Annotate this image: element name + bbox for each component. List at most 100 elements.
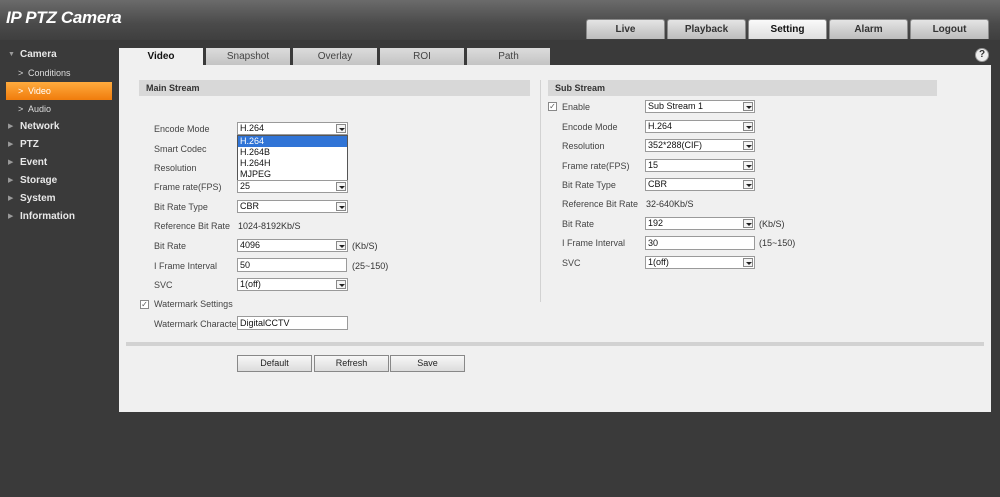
select-value: 15 [648, 160, 659, 170]
sub-resolution-select[interactable]: 352*288(CIF) [645, 139, 755, 152]
sub-encode-mode-label: Encode Mode [562, 122, 618, 132]
main-bit-rate-type-label: Bit Rate Type [154, 202, 208, 212]
refresh-button[interactable]: Refresh [314, 355, 389, 372]
caret-right-icon: ▶ [8, 159, 14, 166]
sidebar-item-label: System [20, 193, 56, 204]
select-value: H.264 [240, 123, 265, 133]
sidebar-item-label: PTZ [20, 139, 39, 150]
default-button[interactable]: Default [237, 355, 312, 372]
main-ref-bit-rate-label: Reference Bit Rate [154, 221, 231, 231]
chevron-right-icon: > [18, 68, 24, 78]
select-value: H.264 [648, 121, 673, 131]
chevron-right-icon: > [18, 86, 24, 96]
main-bit-rate-select[interactable]: 4096 [237, 239, 348, 252]
sidebar-item-ptz[interactable]: ▶ PTZ [0, 136, 118, 154]
sub-bit-rate-type-select[interactable]: CBR [645, 178, 755, 191]
main-smart-codec-label: Smart Codec [154, 144, 207, 154]
encode-option-h264b[interactable]: H.264B [238, 147, 347, 158]
sub-encode-mode-select[interactable]: H.264 [645, 120, 755, 133]
encode-option-mjpeg[interactable]: MJPEG [238, 169, 347, 180]
subtab-overlay[interactable]: Overlay [290, 48, 377, 66]
select-value: CBR [648, 179, 668, 189]
sub-stream-select[interactable]: Sub Stream 1 [645, 100, 755, 113]
dropdown-arrow-icon [336, 182, 346, 191]
main-stream-header: Main Stream [139, 80, 530, 96]
main-bit-rate-type-select[interactable]: CBR [237, 200, 348, 213]
save-button[interactable]: Save [390, 355, 465, 372]
caret-right-icon: ▶ [8, 141, 14, 148]
sidebar-item-information[interactable]: ▶ Information [0, 208, 118, 226]
sub-ref-bit-rate-label: Reference Bit Rate [562, 199, 639, 209]
sidebar-sub-conditions[interactable]: > Conditions [6, 64, 112, 82]
tab-setting[interactable]: Setting [748, 19, 827, 39]
encode-option-h264h[interactable]: H.264H [238, 158, 347, 169]
sidebar-item-camera[interactable]: ▼ Camera [0, 46, 118, 64]
dropdown-arrow-icon [743, 102, 753, 111]
encode-option-h264[interactable]: H.264 [238, 136, 347, 147]
sidebar-item-label: Event [20, 157, 48, 168]
main-frame-rate-select[interactable]: 25 [237, 180, 348, 193]
dropdown-arrow-icon [336, 280, 346, 289]
main-iframe-range: (25~150) [352, 261, 389, 271]
subtab-roi[interactable]: ROI [377, 48, 464, 66]
sidebar-item-label: Information [20, 211, 75, 222]
subtab-video[interactable]: Video [119, 48, 203, 66]
sub-svc-label: SVC [562, 258, 581, 268]
sidebar-item-label: Storage [20, 175, 58, 186]
horizontal-divider [126, 342, 984, 346]
dropdown-arrow-icon [743, 219, 753, 228]
vertical-divider [540, 80, 541, 302]
sidebar-item-system[interactable]: ▶ System [0, 190, 118, 208]
main-bit-rate-label: Bit Rate [154, 241, 187, 251]
sidebar-item-event[interactable]: ▶ Event [0, 154, 118, 172]
caret-right-icon: ▶ [8, 213, 14, 220]
sidebar-sub-label: Audio [28, 104, 52, 114]
sub-frame-rate-label: Frame rate(FPS) [562, 161, 630, 171]
sidebar-sub-video[interactable]: > Video [6, 82, 112, 100]
select-value: 192 [648, 218, 664, 228]
sub-bit-rate-type-label: Bit Rate Type [562, 180, 616, 190]
help-icon[interactable]: ? [975, 48, 989, 62]
sub-frame-rate-select[interactable]: 15 [645, 159, 755, 172]
sub-bit-rate-unit: (Kb/S) [759, 219, 785, 229]
caret-down-icon: ▼ [8, 51, 15, 58]
chevron-right-icon: > [18, 104, 24, 114]
enable-checkbox[interactable]: ✓ [548, 102, 557, 111]
sidebar-sub-audio[interactable]: > Audio [6, 100, 112, 118]
subtab-snapshot[interactable]: Snapshot [203, 48, 290, 66]
dropdown-arrow-icon [743, 258, 753, 267]
sub-enable-label: Enable [562, 102, 591, 112]
watermark-checkbox[interactable]: ✓ [140, 300, 149, 309]
sub-iframe-label: I Frame Interval [562, 238, 626, 248]
dropdown-arrow-icon [743, 161, 753, 170]
sub-iframe-input[interactable]: 30 [645, 236, 755, 250]
subtab-path[interactable]: Path [464, 48, 550, 66]
caret-right-icon: ▶ [8, 123, 14, 130]
tab-logout[interactable]: Logout [910, 19, 989, 39]
main-iframe-input[interactable]: 50 [237, 258, 347, 272]
sidebar-item-storage[interactable]: ▶ Storage [0, 172, 118, 190]
sub-svc-select[interactable]: 1(off) [645, 256, 755, 269]
watermark-character-input[interactable]: DigitalCCTV [237, 316, 348, 330]
watermark-settings-label: Watermark Settings [154, 299, 233, 309]
sidebar-sub-label: Conditions [28, 68, 71, 78]
tab-playback[interactable]: Playback [667, 19, 746, 39]
sidebar-item-network[interactable]: ▶ Network [0, 118, 118, 136]
app-title: IP PTZ Camera [6, 8, 122, 27]
main-encode-mode-select[interactable]: H.264 [237, 122, 348, 135]
sub-bit-rate-select[interactable]: 192 [645, 217, 755, 230]
sub-stream-header: Sub Stream [548, 80, 937, 96]
select-value: 4096 [240, 240, 261, 250]
tab-alarm[interactable]: Alarm [829, 19, 908, 39]
tab-live[interactable]: Live [586, 19, 665, 39]
main-svc-label: SVC [154, 280, 173, 290]
select-value: 1(off) [648, 257, 669, 267]
main-ref-bit-rate-value: 1024-8192Kb/S [238, 221, 301, 231]
main-svc-select[interactable]: 1(off) [237, 278, 348, 291]
select-value: Sub Stream 1 [648, 101, 704, 111]
main-resolution-label: Resolution [154, 163, 197, 173]
select-value: 352*288(CIF) [648, 140, 703, 150]
sidebar-item-label: Camera [20, 49, 57, 60]
main-iframe-label: I Frame Interval [154, 261, 218, 271]
sidebar-sub-label: Video [28, 86, 51, 96]
